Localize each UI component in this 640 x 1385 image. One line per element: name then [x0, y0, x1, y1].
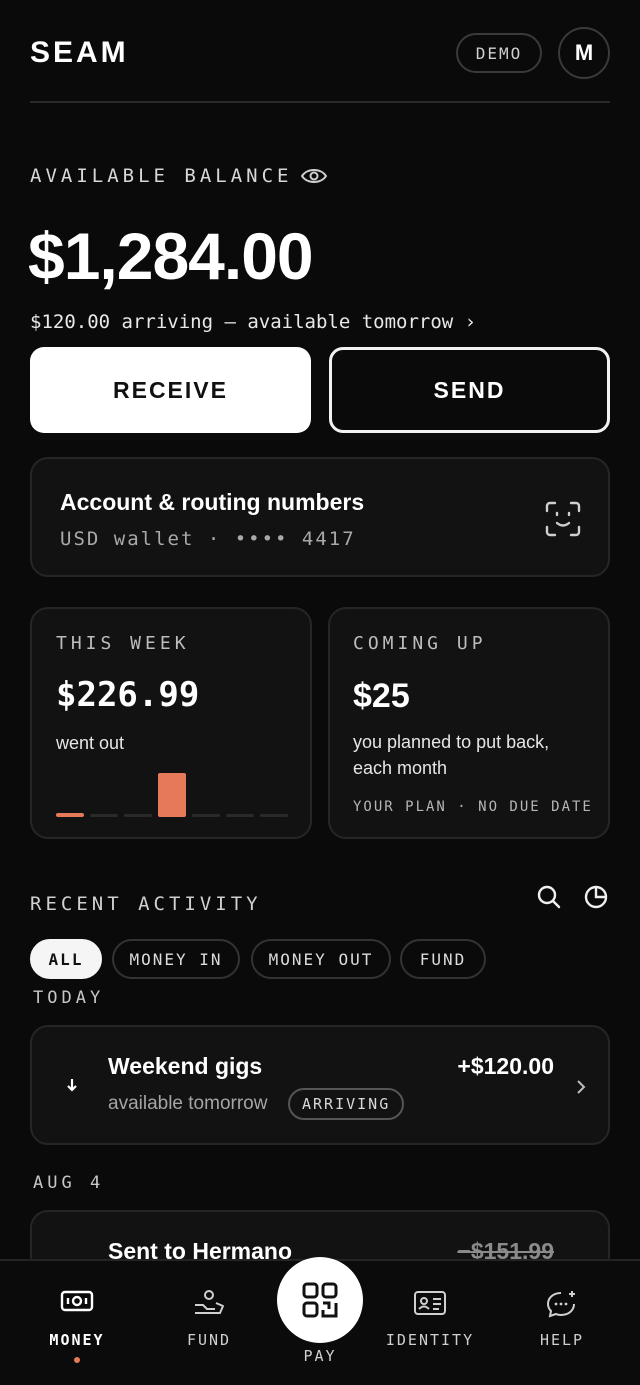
transaction-subtitle: available tomorrow	[108, 1093, 268, 1114]
avatar[interactable]: M	[558, 27, 610, 79]
day-label-aug: AUG 4	[33, 1173, 105, 1193]
balance-amount: $1,284.00	[28, 219, 314, 293]
weekly-bar	[124, 814, 152, 817]
active-indicator	[74, 1357, 80, 1363]
balance-label: AVAILABLE BALANCE	[30, 165, 293, 187]
weekly-bar	[226, 814, 254, 817]
nav-money-label: MONEY	[49, 1331, 105, 1349]
receive-button[interactable]: RECEIVE	[30, 347, 311, 433]
filter-all[interactable]: ALL	[30, 939, 102, 979]
arrow-down-icon	[67, 1079, 77, 1092]
account-title: Account & routing numbers	[60, 489, 365, 515]
weekly-bar	[260, 814, 288, 817]
this-week-amount: $226.99	[56, 675, 200, 715]
nav-help[interactable]: HELP	[502, 1261, 622, 1385]
send-button[interactable]: SEND	[329, 347, 610, 433]
nav-identity[interactable]: IDENTITY	[370, 1261, 490, 1385]
app-logo: SEAM	[30, 36, 129, 69]
coming-up-caption: COMING UP	[353, 633, 487, 654]
this-week-caption: THIS WEEK	[56, 633, 190, 654]
coming-up-amount: $25	[353, 677, 410, 715]
nav-money[interactable]: MONEY	[17, 1261, 137, 1385]
nav-fund[interactable]: FUND	[149, 1261, 269, 1385]
day-label-today: TODAY	[33, 988, 105, 1008]
this-week-note: went out	[56, 733, 125, 753]
eye-icon[interactable]	[300, 165, 328, 187]
coming-up-footnote: YOUR PLAN · NO DUE DATE	[353, 799, 593, 815]
header-divider	[30, 101, 610, 103]
account-card[interactable]: Account & routing numbers USD wallet · •…	[30, 457, 610, 577]
coming-up-note: you planned to put back, each month	[353, 732, 550, 778]
fund-hand-icon	[195, 1290, 224, 1314]
nav-help-label: HELP	[539, 1331, 585, 1349]
pie-chart-icon[interactable]	[583, 884, 609, 910]
transaction-amount: +$120.00	[457, 1053, 554, 1079]
weekly-bar	[158, 773, 186, 817]
transaction-title: Weekend gigs	[108, 1053, 263, 1079]
id-card-icon	[414, 1291, 446, 1315]
nav-fund-label: FUND	[186, 1331, 232, 1349]
pay-button[interactable]	[277, 1257, 363, 1343]
account-subtitle: USD wallet · •••• 4417	[60, 528, 356, 550]
nav-identity-label: IDENTITY	[385, 1331, 475, 1349]
face-id-icon[interactable]	[544, 500, 582, 538]
filter-money-in[interactable]: MONEY IN	[112, 939, 240, 979]
status-badge: ARRIVING	[288, 1088, 405, 1120]
weekly-bar	[90, 814, 118, 817]
weekly-bar	[56, 813, 84, 817]
qr-code-icon	[302, 1282, 338, 1318]
recent-activity-label: RECENT ACTIVITY	[30, 893, 262, 915]
coming-up-card[interactable]: COMING UP $25 you planned to put back, e…	[328, 607, 610, 839]
banknote-icon	[60, 1290, 94, 1312]
weekly-bar-chart	[56, 769, 290, 817]
this-week-card[interactable]: THIS WEEK $226.99 went out	[30, 607, 312, 839]
filter-fund[interactable]: FUND	[400, 939, 486, 979]
weekly-bar	[192, 814, 220, 817]
transaction-row[interactable]: Weekend gigs +$120.00 available tomorrow…	[30, 1025, 610, 1145]
arriving-link[interactable]: $120.00 arriving — available tomorrow ›	[30, 311, 476, 333]
chat-sparkle-icon	[546, 1291, 575, 1318]
filter-money-out[interactable]: MONEY OUT	[251, 939, 391, 979]
demo-badge[interactable]: DEMO	[456, 33, 542, 73]
search-icon[interactable]	[536, 884, 562, 910]
nav-pay-label: PAY	[303, 1347, 337, 1365]
chevron-right-icon[interactable]	[576, 1079, 586, 1095]
